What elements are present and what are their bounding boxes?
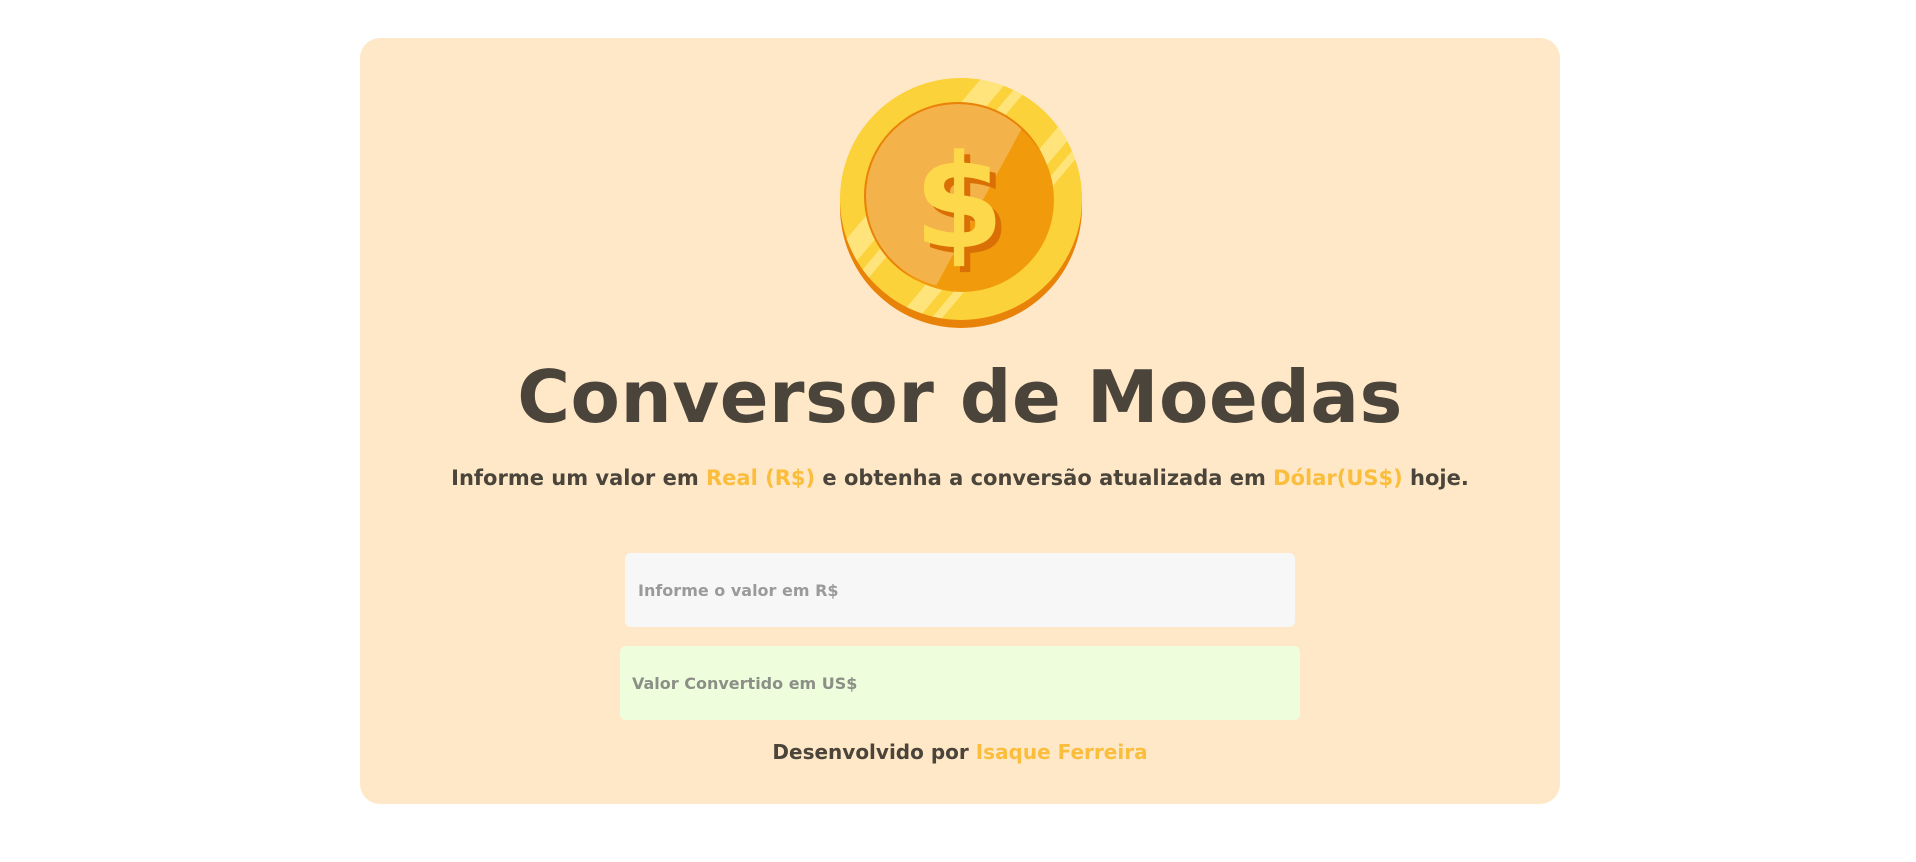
svg-text:$: $: [914, 126, 1004, 278]
currency-real-highlight: Real (R$): [706, 466, 816, 490]
page-title: Conversor de Moedas: [517, 355, 1403, 439]
subtitle-text: Informe um valor em: [451, 466, 707, 490]
page-subtitle: Informe um valor em Real (R$) e obtenha …: [360, 464, 1560, 493]
subtitle-text: hoje.: [1402, 466, 1469, 490]
footer-credit: Desenvolvido por Isaque Ferreira: [360, 738, 1560, 766]
footer-prefix: Desenvolvido por: [772, 740, 976, 764]
converter-card: $ $ Conversor de Moedas Informe um valor…: [360, 38, 1560, 804]
author-link[interactable]: Isaque Ferreira: [976, 740, 1148, 764]
real-value-input[interactable]: [625, 553, 1295, 627]
currency-dolar-highlight: Dólar(US$): [1273, 466, 1403, 490]
converted-dolar-output[interactable]: [620, 646, 1300, 720]
dollar-coin-icon: $ $: [840, 78, 1082, 328]
subtitle-text: e obtenha a conversão atualizada em: [815, 466, 1274, 490]
